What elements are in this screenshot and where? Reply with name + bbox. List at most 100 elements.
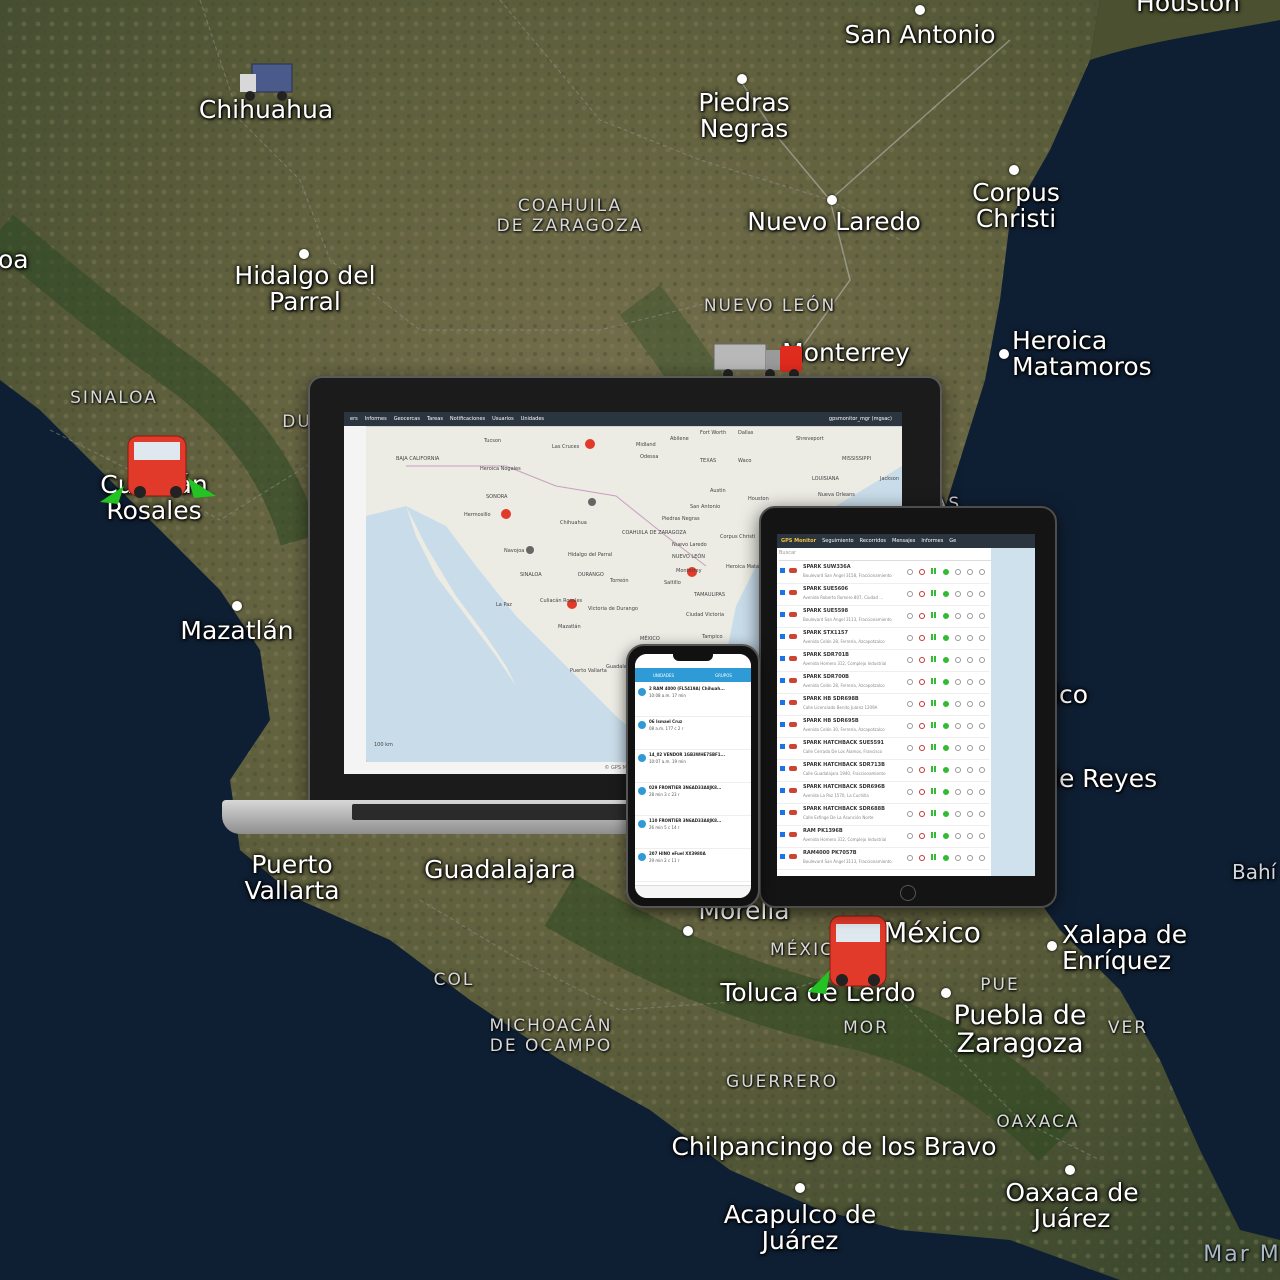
phone-tab-unidades[interactable]: UNIDADES (653, 673, 674, 678)
arrow-icon[interactable] (967, 811, 973, 817)
driver-icon[interactable] (955, 657, 961, 663)
location-icon[interactable] (907, 635, 913, 641)
row-checkbox[interactable] (780, 766, 785, 771)
more-icon[interactable] (979, 745, 985, 751)
driver-icon[interactable] (955, 701, 961, 707)
stop-icon[interactable] (919, 833, 925, 839)
arrow-icon[interactable] (967, 789, 973, 795)
tablet-tab-informes[interactable]: Informes (921, 538, 943, 544)
location-icon[interactable] (907, 745, 913, 751)
laptop-menu-item-unidades[interactable]: Unidades (521, 416, 544, 422)
more-icon[interactable] (979, 789, 985, 795)
driver-icon[interactable] (955, 833, 961, 839)
more-icon[interactable] (979, 657, 985, 663)
arrow-icon[interactable] (967, 657, 973, 663)
stop-icon[interactable] (919, 613, 925, 619)
location-icon[interactable] (907, 569, 913, 575)
tablet-unit-row[interactable]: SPARK SUE5606 Avenida Roberto Romero 807,… (777, 584, 989, 606)
row-checkbox[interactable] (780, 634, 785, 639)
more-icon[interactable] (979, 767, 985, 773)
tablet-unit-row[interactable]: SPARK HATCHBACK SUE5591 Calle Cerrada De … (777, 738, 989, 760)
tablet-unit-row[interactable]: SPARK HATCHBACK SDR696B Avenida La Paz 15… (777, 782, 989, 804)
driver-icon[interactable] (955, 679, 961, 685)
more-icon[interactable] (979, 855, 985, 861)
phone-unit-item[interactable]: 06 Ismael Cruz 08 a.m. 177 c 2 r (635, 717, 751, 750)
driver-icon[interactable] (955, 569, 961, 575)
stop-icon[interactable] (919, 855, 925, 861)
stop-icon[interactable] (919, 789, 925, 795)
truck-marker-monterrey[interactable] (710, 340, 806, 380)
tablet-tab-geocercas[interactable]: Ge (949, 538, 956, 544)
stop-icon[interactable] (919, 591, 925, 597)
location-icon[interactable] (907, 679, 913, 685)
driver-icon[interactable] (955, 811, 961, 817)
tablet-unit-row[interactable]: SPARK SDR701B Avenida Homero 312, Complej… (777, 650, 989, 672)
phone-unit-item[interactable]: 110 FRONTIER 3N6AD33A8JK8... 26 min 5 c 1… (635, 816, 751, 849)
location-icon[interactable] (907, 591, 913, 597)
row-checkbox[interactable] (780, 788, 785, 793)
tablet-unit-row[interactable]: RAM PK1396B Avenida Homero 312, Complejo … (777, 826, 989, 848)
arrow-icon[interactable] (967, 855, 973, 861)
more-icon[interactable] (979, 833, 985, 839)
more-icon[interactable] (979, 679, 985, 685)
location-icon[interactable] (907, 811, 913, 817)
location-icon[interactable] (907, 657, 913, 663)
phone-unit-item[interactable]: 14_02 VENDOR 1GB3WHE7SBF1... 10:07 a.m. 1… (635, 750, 751, 783)
stop-icon[interactable] (919, 745, 925, 751)
driver-icon[interactable] (955, 635, 961, 641)
more-icon[interactable] (979, 635, 985, 641)
arrow-icon[interactable] (967, 635, 973, 641)
driver-icon[interactable] (955, 591, 961, 597)
stop-icon[interactable] (919, 679, 925, 685)
tablet-tab-seguimiento[interactable]: Seguimiento (822, 538, 854, 544)
location-icon[interactable] (907, 723, 913, 729)
arrow-icon[interactable] (967, 833, 973, 839)
location-icon[interactable] (907, 767, 913, 773)
driver-icon[interactable] (955, 767, 961, 773)
laptop-menu-item-ers[interactable]: ers (350, 416, 358, 422)
laptop-menu-item-informes[interactable]: Informes (365, 416, 387, 422)
tablet-unit-row[interactable]: SPARK HATCHBACK SDR688B Calle Esfinge De … (777, 804, 989, 826)
arrow-icon[interactable] (967, 701, 973, 707)
driver-icon[interactable] (955, 789, 961, 795)
tablet-unit-row[interactable]: SPARK STX1157 Avenida Colón 28, Ferrería,… (777, 628, 989, 650)
location-icon[interactable] (907, 855, 913, 861)
laptop-unit-sidebar[interactable] (344, 426, 367, 774)
arrow-icon[interactable] (967, 613, 973, 619)
tablet-home-button[interactable] (900, 885, 916, 901)
arrow-icon[interactable] (967, 767, 973, 773)
phone-bottom-nav[interactable] (635, 885, 751, 898)
more-icon[interactable] (979, 723, 985, 729)
phone-tab-grupos[interactable]: GRUPOS (715, 673, 732, 678)
arrow-icon[interactable] (967, 745, 973, 751)
row-checkbox[interactable] (780, 744, 785, 749)
tablet-tab-recorridos[interactable]: Recorridos (860, 538, 886, 544)
laptop-user-name[interactable]: gpsmonitor_mgr (mgsac) (829, 416, 902, 422)
driver-icon[interactable] (955, 745, 961, 751)
phone-screen[interactable]: UNIDADES GRUPOS 2 RAM 4000 (FL5419A) Chi… (635, 654, 751, 898)
car-marker-mexico[interactable] (804, 912, 900, 996)
location-icon[interactable] (907, 833, 913, 839)
tablet-tab-mensajes[interactable]: Mensajes (892, 538, 915, 544)
tablet-unit-row[interactable]: SPARK HATCHBACK SDR713B Calle Guadalajara… (777, 760, 989, 782)
laptop-menu-item-usuarios[interactable]: Usuarios (492, 416, 514, 422)
location-icon[interactable] (907, 701, 913, 707)
laptop-menu-item-geocercas[interactable]: Geocercas (394, 416, 420, 422)
stop-icon[interactable] (919, 701, 925, 707)
tablet-unit-row[interactable]: SPARK SUE5598 Boulevard San Ángel 3113, F… (777, 606, 989, 628)
more-icon[interactable] (979, 613, 985, 619)
arrow-icon[interactable] (967, 569, 973, 575)
tablet-unit-row[interactable]: RAM4000 PK7057B Boulevard San Ángel 3113,… (777, 848, 989, 870)
more-icon[interactable] (979, 569, 985, 575)
tablet-unit-row[interactable]: SPARK SDR700B Avenida Colón 28, Ferrería,… (777, 672, 989, 694)
tablet-screen[interactable]: GPS Monitor Seguimiento Recorridos Mensa… (777, 534, 1035, 876)
more-icon[interactable] (979, 811, 985, 817)
driver-icon[interactable] (955, 855, 961, 861)
stop-icon[interactable] (919, 723, 925, 729)
driver-icon[interactable] (955, 613, 961, 619)
arrow-icon[interactable] (967, 723, 973, 729)
row-checkbox[interactable] (780, 656, 785, 661)
more-icon[interactable] (979, 591, 985, 597)
stop-icon[interactable] (919, 569, 925, 575)
row-checkbox[interactable] (780, 568, 785, 573)
